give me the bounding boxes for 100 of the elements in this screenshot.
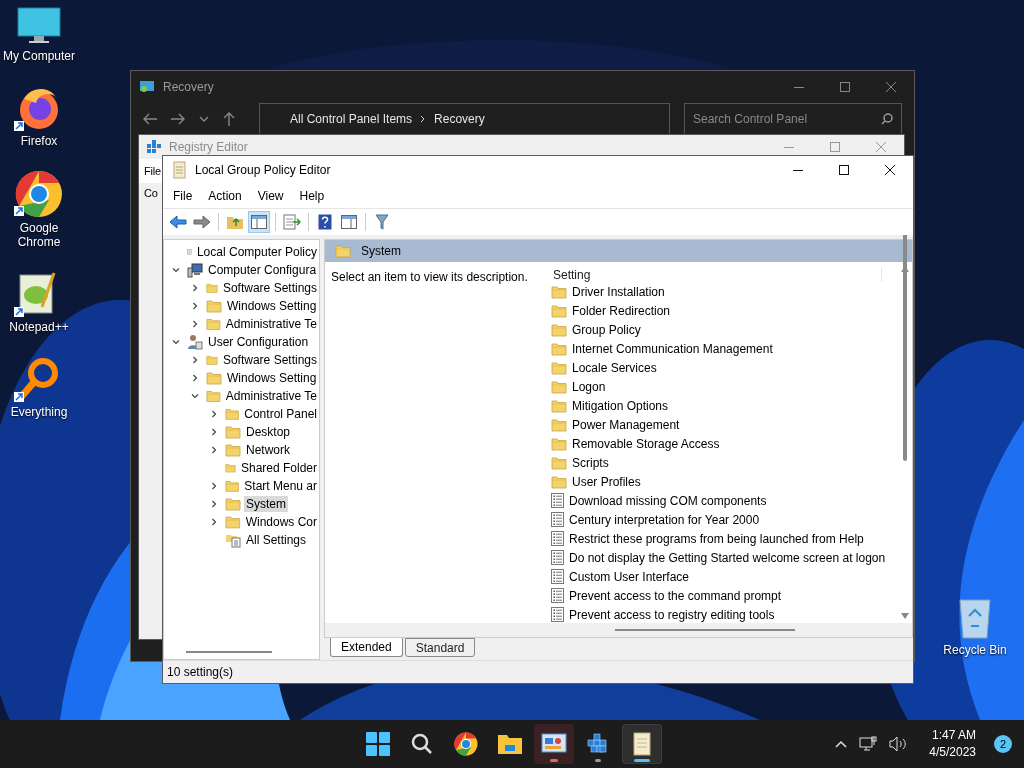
setting-item[interactable]: Custom User Interface	[569, 569, 690, 584]
setting-item[interactable]: Internet Communication Management	[572, 341, 773, 356]
chevron-icon	[420, 115, 427, 123]
caret-up-icon[interactable]	[835, 740, 848, 748]
setting-item[interactable]: Download missing COM components	[569, 493, 767, 508]
forward-arrow-icon[interactable]	[171, 113, 185, 125]
tree-item[interactable]: Start Menu ar	[242, 478, 319, 494]
volume-icon[interactable]	[889, 736, 908, 752]
breadcrumb[interactable]: All Control Panel Items	[290, 112, 413, 126]
chevron-icon[interactable]	[210, 482, 218, 490]
search-icon[interactable]	[411, 733, 433, 755]
setting-item[interactable]: Power Management	[572, 417, 680, 432]
breadcrumb[interactable]: Recovery	[434, 112, 485, 126]
setting-item[interactable]: Do not display the Getting Started welcome screen at logon	[569, 550, 886, 565]
tree-item[interactable]: Windows Setting	[225, 298, 319, 314]
chevron-icon[interactable]	[191, 320, 199, 328]
notification-badge[interactable]: 2	[994, 735, 1012, 753]
setting-item[interactable]: Folder Redirection	[572, 303, 671, 318]
tree-item[interactable]: User Configuration	[206, 334, 311, 350]
setting-item[interactable]: Locale Services	[572, 360, 657, 375]
column-header[interactable]: Setting	[553, 268, 591, 282]
chrome-icon[interactable]	[454, 732, 478, 756]
start-icon[interactable]	[366, 732, 390, 756]
setting-item[interactable]: Logon	[572, 379, 606, 394]
up-folder-icon[interactable]	[226, 214, 244, 230]
scroll-down-icon[interactable]	[901, 613, 909, 619]
scrollbar-thumb[interactable]	[186, 651, 272, 653]
menu-item[interactable]: Action	[202, 187, 248, 205]
chevron-icon[interactable]	[172, 338, 180, 346]
setting-item[interactable]: Prevent access to registry editing tools	[569, 607, 775, 622]
tree-item[interactable]: Software Settings	[220, 352, 319, 368]
menu-item[interactable]: File	[144, 165, 161, 177]
tree-item[interactable]: Local Computer Policy	[194, 244, 319, 260]
chevron-icon[interactable]	[191, 356, 199, 364]
chevron-icon[interactable]	[210, 428, 218, 436]
tree-item[interactable]: Software Settings	[220, 280, 319, 296]
filter-icon[interactable]	[375, 214, 389, 230]
desktop-icon-label[interactable]: Notepad++	[9, 320, 69, 334]
chevron-icon[interactable]	[191, 302, 199, 310]
scrollbar-thumb[interactable]	[903, 235, 907, 461]
menu-item[interactable]: View	[251, 187, 290, 205]
setting-item[interactable]: User Profiles	[572, 474, 641, 489]
tree-item[interactable]: System	[244, 496, 288, 512]
setting-item[interactable]: Driver Installation	[572, 284, 665, 299]
scrollbar-thumb[interactable]	[615, 629, 795, 631]
tree-item[interactable]: Administrative Te	[223, 316, 319, 332]
desktop-icon-label[interactable]: Recycle Bin	[943, 643, 1007, 657]
minimize-icon[interactable]	[793, 169, 803, 171]
maximize-icon[interactable]	[839, 165, 849, 175]
back-arrow-icon[interactable]	[169, 215, 187, 229]
tree-item[interactable]: All Settings	[244, 532, 309, 548]
setting-item[interactable]: Century interpretation for Year 2000	[569, 512, 760, 527]
tree-item[interactable]: Control Panel	[242, 406, 319, 422]
setting-item[interactable]: Scripts	[572, 455, 609, 470]
chevron-icon[interactable]	[191, 374, 199, 382]
clock[interactable]: 1:47 AM 4/5/2023	[929, 727, 976, 761]
forward-arrow-icon[interactable]	[193, 215, 211, 229]
chevron-icon[interactable]	[210, 500, 218, 508]
chevron-icon[interactable]	[172, 266, 180, 274]
back-arrow-icon[interactable]	[143, 113, 157, 125]
tree-item[interactable]: Windows Setting	[225, 370, 319, 386]
desktop-icon-label[interactable]: My Computer	[3, 49, 75, 63]
chevron-icon[interactable]	[210, 518, 218, 526]
tree-pane-icon[interactable]	[251, 215, 267, 229]
folder-icon	[206, 353, 218, 367]
control-panel-icon[interactable]	[541, 733, 567, 755]
up-arrow-icon[interactable]	[223, 112, 235, 126]
menu-item[interactable]: File	[167, 187, 199, 205]
export-list-icon[interactable]	[283, 214, 301, 230]
scroll-icon[interactable]	[631, 731, 653, 757]
setting-item[interactable]: Prevent access to the command prompt	[569, 588, 782, 603]
help-icon[interactable]	[318, 214, 332, 230]
properties-icon[interactable]	[341, 215, 357, 229]
cubes-icon[interactable]	[586, 732, 610, 756]
menu-item[interactable]: Help	[293, 187, 331, 205]
chevron-icon[interactable]	[210, 410, 218, 418]
view-tab[interactable]: Extended	[330, 638, 403, 657]
folder-icon	[206, 299, 222, 313]
view-tab[interactable]: Standard	[404, 638, 476, 657]
setting-item[interactable]: Restrict these programs from being launched from Help	[569, 531, 864, 546]
tree-item[interactable]: Windows Cor	[243, 514, 319, 530]
tree-item[interactable]: Shared Folder	[238, 460, 319, 476]
desktop-icon-label[interactable]: Everything	[10, 405, 68, 419]
setting-item[interactable]: Removable Storage Access	[572, 436, 720, 451]
chevron-icon[interactable]	[210, 446, 218, 454]
chevron-icon[interactable]	[191, 284, 199, 292]
setting-item[interactable]: Group Policy	[572, 322, 641, 337]
folder-icon[interactable]	[497, 733, 523, 755]
setting-item[interactable]: Mitigation Options	[572, 398, 669, 413]
section-title: System	[361, 244, 401, 258]
tree-item[interactable]: Desktop	[244, 424, 293, 440]
caret-icon[interactable]	[199, 116, 209, 122]
close-icon[interactable]	[885, 165, 895, 175]
tree-item[interactable]: Computer Configura	[206, 262, 319, 278]
chevron-icon[interactable]	[191, 392, 199, 400]
desktop-icon-label[interactable]: Firefox	[20, 134, 58, 148]
tree-item[interactable]: Network	[244, 442, 292, 458]
network-icon[interactable]	[859, 736, 878, 752]
tree-item[interactable]: Administrative Te	[223, 388, 319, 404]
desktop-icon-label[interactable]: Google Chrome	[0, 221, 78, 249]
